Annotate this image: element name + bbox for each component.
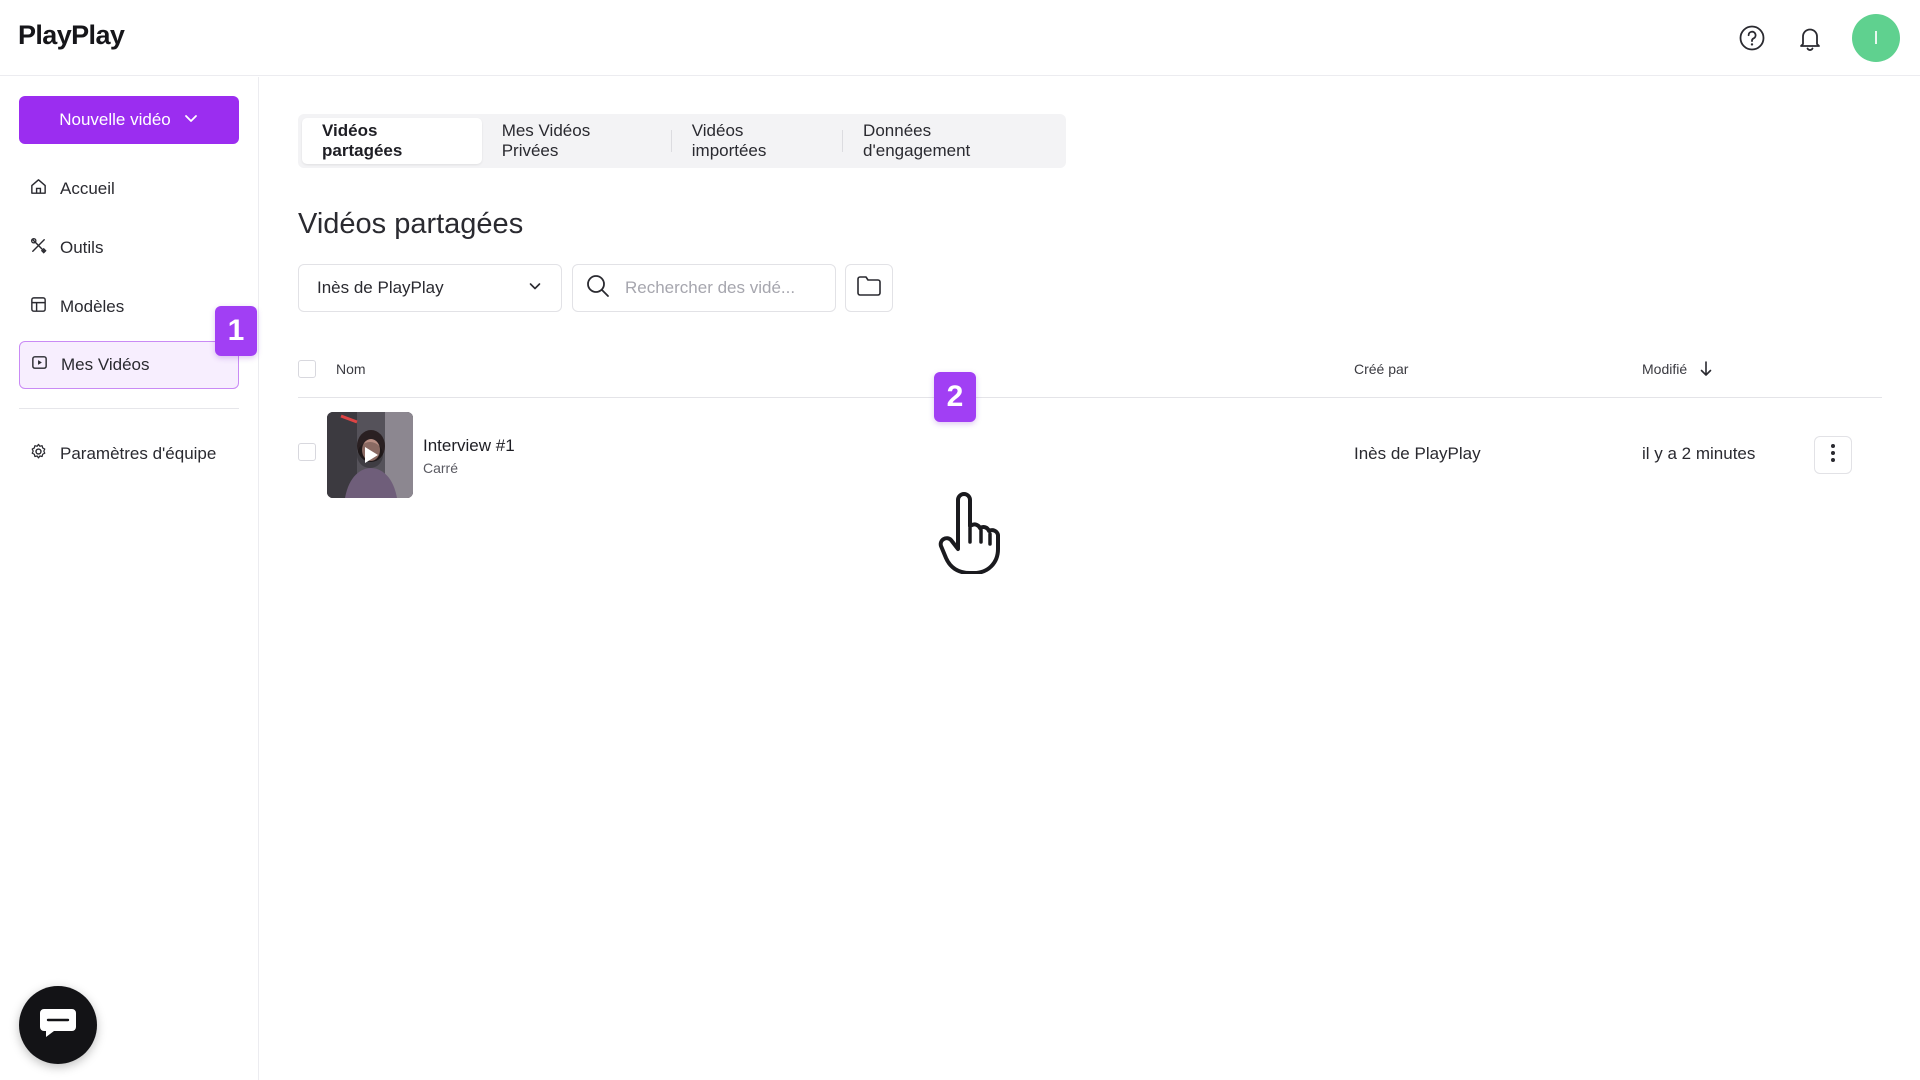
sidebar-item-label: Paramètres d'équipe	[60, 444, 217, 463]
playplay-logo[interactable]: PlayPlay	[18, 20, 125, 51]
tab-engagement-data[interactable]: Données d'engagement	[843, 118, 1062, 164]
templates-icon	[29, 295, 48, 319]
video-title[interactable]: Interview #1	[423, 436, 515, 456]
chevron-down-icon	[183, 110, 199, 131]
sidebar-item-my-videos[interactable]: Mes Vidéos	[19, 341, 239, 389]
sidebar-item-label: Accueil	[60, 179, 115, 198]
tools-icon	[29, 236, 48, 260]
video-thumbnail[interactable]	[327, 412, 413, 498]
new-video-label: Nouvelle vidéo	[59, 110, 171, 129]
folder-button[interactable]	[845, 264, 893, 312]
sidebar-item-home[interactable]: Accueil	[19, 165, 239, 213]
tab-shared-videos[interactable]: Vidéos partagées	[302, 118, 482, 164]
sidebar-item-label: Modèles	[60, 297, 125, 316]
new-video-button[interactable]: Nouvelle vidéo	[19, 96, 239, 144]
help-circle-icon[interactable]	[1737, 23, 1767, 53]
row-checkbox[interactable]	[298, 443, 316, 461]
sidebar-item-label: Mes Vidéos	[61, 355, 150, 374]
search-input[interactable]	[623, 277, 813, 299]
column-created-by[interactable]: Créé par	[1354, 361, 1408, 377]
video-icon	[30, 353, 49, 377]
more-vertical-icon	[1830, 443, 1836, 468]
sidebar-item-tools[interactable]: Outils	[19, 224, 239, 272]
table-row[interactable]: Interview #1 Carré Inès de PlayPlay il y…	[298, 398, 1882, 514]
search-box[interactable]	[572, 264, 836, 312]
tab-imported-videos[interactable]: Vidéos importées	[672, 118, 842, 164]
sidebar-item-templates[interactable]: Modèles	[19, 283, 239, 331]
chat-support-button[interactable]	[19, 986, 97, 1064]
sidebar: Nouvelle vidéo Accueil Outils Modèles Me…	[0, 77, 259, 1080]
hand-pointer-cursor-icon	[938, 492, 1004, 579]
user-avatar[interactable]: I	[1852, 14, 1900, 62]
owner-filter-select[interactable]: Inès de PlayPlay	[298, 264, 562, 312]
chat-bubble-icon	[38, 1005, 78, 1046]
home-icon	[29, 177, 48, 201]
table-header: Nom Créé par Modifié	[298, 348, 1882, 398]
step-badge-1: 1	[215, 306, 257, 356]
sort-arrow-down-icon[interactable]	[1698, 360, 1714, 381]
tab-private-videos[interactable]: Mes Vidéos Privées	[482, 118, 671, 164]
sidebar-item-team-settings[interactable]: Paramètres d'équipe	[19, 430, 239, 478]
bell-icon[interactable]	[1795, 23, 1825, 53]
gear-icon	[29, 442, 48, 466]
select-all-checkbox[interactable]	[298, 360, 316, 378]
video-format: Carré	[423, 460, 459, 476]
tab-bar: Vidéos partagées Mes Vidéos Privées Vidé…	[298, 114, 1066, 168]
row-more-options-button[interactable]	[1814, 436, 1852, 474]
column-modified[interactable]: Modifié	[1642, 361, 1687, 377]
sidebar-divider	[19, 408, 239, 409]
chevron-down-icon	[527, 278, 543, 299]
video-created-by: Inès de PlayPlay	[1354, 444, 1481, 463]
owner-filter-value: Inès de PlayPlay	[317, 278, 444, 297]
folder-icon	[856, 275, 882, 302]
search-icon	[585, 273, 611, 304]
video-modified: il y a 2 minutes	[1642, 444, 1756, 463]
page-title: Vidéos partagées	[298, 208, 524, 240]
top-header: PlayPlay I	[0, 0, 1920, 76]
sidebar-item-label: Outils	[60, 238, 104, 257]
column-name[interactable]: Nom	[336, 361, 366, 377]
